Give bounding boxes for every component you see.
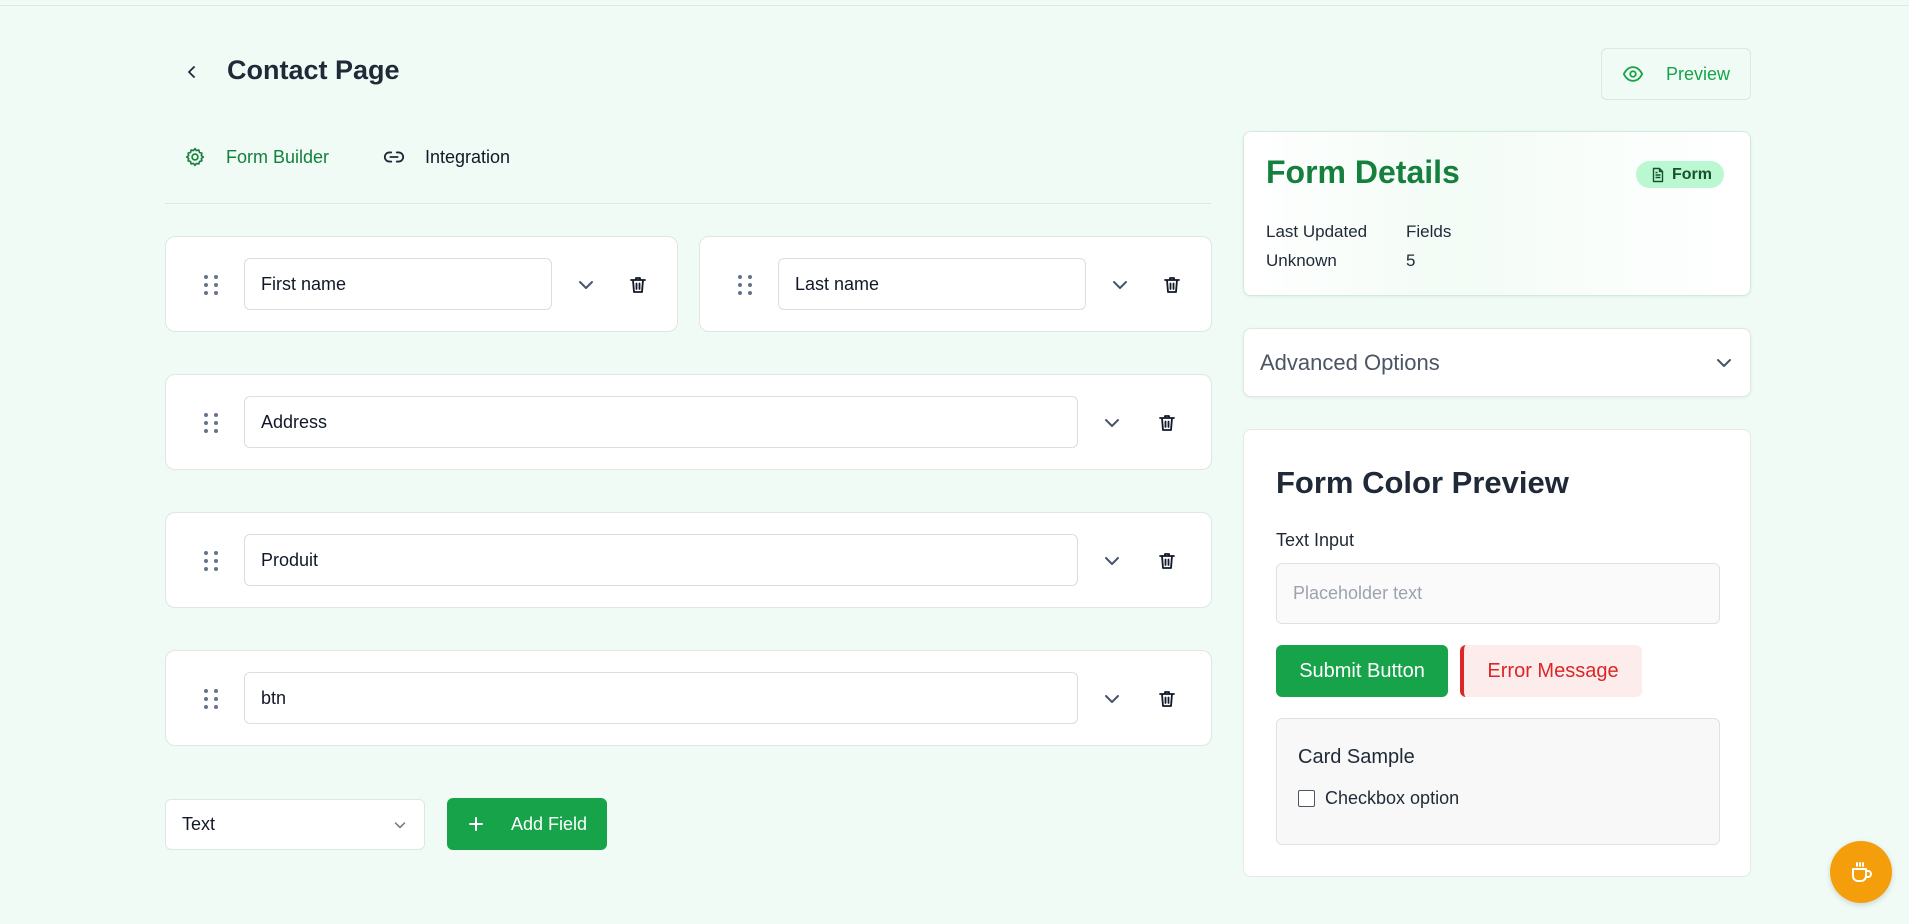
advanced-options-label: Advanced Options [1260,349,1440,375]
field-card-btn [165,650,1212,746]
last-updated-label: Last Updated [1266,222,1368,241]
gear-icon [185,147,205,167]
field-label-input[interactable] [244,396,1078,448]
field-card-last-name [699,236,1212,332]
trash-icon [1159,415,1175,431]
chevron-down-icon [579,281,593,289]
delete-field-button[interactable] [1153,547,1181,575]
form-details-title: Form Details [1266,154,1460,190]
coffee-cup-icon [1852,862,1872,882]
checkbox-label: Checkbox option [1325,788,1460,808]
eye-icon [1622,66,1644,82]
sample-text-input[interactable] [1276,563,1720,624]
form-color-preview-card: Form Color Preview Text Input Submit But… [1243,429,1751,877]
drag-handle-icon[interactable] [737,273,753,297]
expand-field-button[interactable] [1098,547,1126,575]
color-preview-title: Form Color Preview [1276,465,1569,500]
trash-icon [1159,553,1175,569]
delete-field-button[interactable] [1153,685,1181,713]
text-input-label: Text Input [1276,530,1355,550]
preview-button[interactable]: Preview [1601,48,1751,100]
sample-submit-button[interactable]: Submit Button [1276,645,1448,697]
field-label-input[interactable] [244,534,1078,586]
chevron-down-icon [1105,557,1119,565]
field-label-input[interactable] [244,672,1078,724]
link-icon [383,151,405,163]
trash-icon [1164,277,1180,293]
drag-handle-icon[interactable] [203,411,219,435]
chevron-down-icon [1105,419,1119,427]
tabs-divider [165,203,1211,204]
chevron-left-icon [188,66,195,78]
drag-handle-icon[interactable] [203,549,219,573]
buy-me-coffee-button[interactable] [1830,841,1892,903]
field-card-address [165,374,1212,470]
field-card-first-name [165,236,678,332]
form-details-card: Form Details Form Last Updated Unknown F… [1243,131,1751,296]
chevron-down-icon [1113,281,1127,289]
tab-form-builder[interactable]: Form Builder [184,146,329,168]
document-icon [1652,167,1664,182]
plus-icon [468,817,483,831]
field-label-input[interactable] [244,258,552,310]
form-badge-label: Form [1672,165,1712,183]
fields-count-label: Fields [1406,222,1452,241]
field-card-produit [165,512,1212,608]
preview-label: Preview [1665,63,1731,84]
fields-count-value: 5 [1406,251,1416,270]
sample-error-message: Error Message [1460,645,1642,697]
field-type-select[interactable]: Text [165,799,425,850]
drag-handle-icon[interactable] [203,273,219,297]
advanced-options-toggle[interactable]: Advanced Options [1243,328,1751,397]
delete-field-button[interactable] [1153,409,1181,437]
delete-field-button[interactable] [1158,271,1186,299]
expand-field-button[interactable] [1106,271,1134,299]
field-type-value: Text [182,814,216,834]
form-type-badge: Form [1636,161,1724,188]
add-field-button[interactable]: Add Field [447,798,607,850]
add-field-label: Add Field [510,813,588,834]
sample-checkbox[interactable]: Checkbox option [1298,788,1459,809]
top-divider [0,5,1909,6]
chevron-down-icon [1105,695,1119,703]
tab-label: Form Builder [226,146,330,167]
sample-card-title: Card Sample [1298,746,1415,768]
tab-integration[interactable]: Integration [383,146,510,168]
expand-field-button[interactable] [1098,685,1126,713]
expand-field-button[interactable] [1098,409,1126,437]
chevron-down-icon [1717,358,1731,367]
trash-icon [630,277,646,293]
chevron-down-icon [394,821,406,828]
back-button[interactable] [178,58,206,86]
drag-handle-icon[interactable] [203,687,219,711]
delete-field-button[interactable] [624,271,652,299]
field-label-input[interactable] [778,258,1086,310]
last-updated-value: Unknown [1266,251,1337,270]
tab-label: Integration [425,146,511,167]
trash-icon [1159,691,1175,707]
page-title: Contact Page [227,55,400,85]
sample-card: Card Sample Checkbox option [1276,718,1720,845]
expand-field-button[interactable] [572,271,600,299]
checkbox-box[interactable] [1298,790,1315,807]
